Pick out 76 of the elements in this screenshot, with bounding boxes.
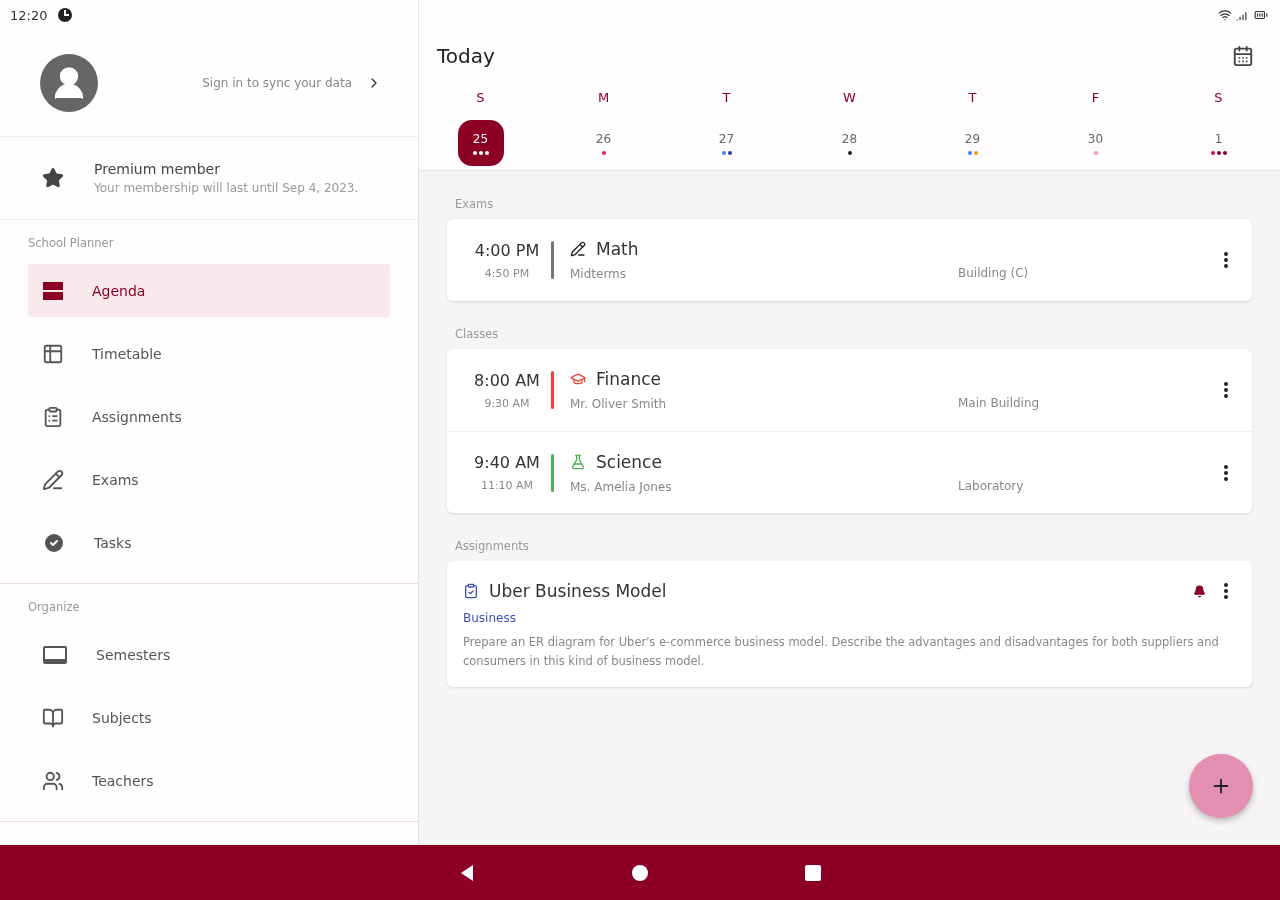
- weekday-label: W: [843, 90, 856, 107]
- clipboard-icon: [42, 405, 64, 428]
- end-time: 11:10 AM: [480, 479, 534, 492]
- nav-item[interactable]: Agenda: [28, 264, 390, 317]
- date-button[interactable]: 1: [1195, 120, 1242, 166]
- timetable-icon: [42, 342, 64, 365]
- nav-item[interactable]: Teachers: [28, 754, 390, 807]
- clock: 12:20: [10, 7, 48, 23]
- end-time: 4:50 PM: [484, 266, 530, 280]
- section-title: Exams: [454, 196, 495, 213]
- date-button[interactable]: 27: [703, 120, 750, 166]
- book-icon: [42, 706, 64, 729]
- wifi-icon: [1218, 8, 1232, 22]
- pencil-icon: [570, 241, 586, 257]
- nav-item[interactable]: Semesters: [28, 628, 390, 681]
- event-title: Finance: [596, 369, 662, 389]
- more-icon: [1224, 464, 1228, 481]
- event-subtitle: Mr. Oliver Smith: [570, 397, 668, 411]
- event-location: Building (C): [958, 266, 1029, 280]
- home-icon: [631, 863, 649, 882]
- page-title: Today: [437, 44, 495, 68]
- event-title: Science: [596, 451, 662, 472]
- premium-title: Premium member: [94, 161, 221, 177]
- section-title: Organize: [27, 599, 81, 616]
- section-title: Classes: [454, 326, 500, 343]
- premium-subtitle: Your membership will last until Sep 4, 2023.: [94, 181, 359, 195]
- nav-item[interactable]: Timetable: [28, 327, 390, 380]
- pencil-icon: [42, 468, 64, 491]
- nav-item[interactable]: Tasks: [28, 516, 390, 569]
- calendar-button[interactable]: [1232, 45, 1254, 67]
- semester-icon: [42, 644, 68, 665]
- more-icon: [1224, 583, 1228, 599]
- start-time: 8:00 AM: [474, 370, 540, 390]
- weekday-label: S: [476, 90, 485, 107]
- agenda-icon: [42, 280, 64, 301]
- avatar-icon[interactable]: [40, 54, 98, 112]
- status-icon: [57, 7, 74, 23]
- assignment-description: Prepare an ER diagram for Uber's e-commerce business model. Describe the advantages and disadvantages for both suppliers and consumers in this kind of business model.: [463, 634, 1220, 670]
- recents-button[interactable]: [804, 863, 822, 882]
- date-button[interactable]: 28: [826, 120, 873, 166]
- more-icon: [1224, 252, 1228, 268]
- subject-label: Business: [463, 611, 516, 625]
- sign-in-link[interactable]: Sign in to sync your data: [202, 75, 382, 91]
- people-icon: [42, 769, 64, 792]
- recents-icon: [804, 863, 822, 882]
- calendar-icon: [1232, 45, 1254, 67]
- graduation-cap-icon: [570, 371, 586, 387]
- weekday-label: T: [722, 90, 731, 107]
- weekday-label: S: [1214, 90, 1223, 107]
- event-subtitle: Ms. Amelia Jones: [570, 479, 673, 494]
- home-button[interactable]: [631, 863, 649, 882]
- event-subtitle: Midterms: [570, 267, 628, 281]
- event-location: Main Building: [958, 396, 1040, 410]
- start-time: 9:40 AM: [474, 453, 540, 472]
- start-time: 4:00 PM: [474, 240, 540, 260]
- date-button[interactable]: 29: [949, 120, 996, 166]
- more-icon: [1224, 382, 1228, 398]
- section-title: School Planner: [27, 235, 115, 252]
- nav-item[interactable]: Assignments: [28, 390, 390, 443]
- weekday-label: T: [968, 90, 977, 107]
- event-title: Math: [596, 239, 639, 259]
- clipboard-icon: [463, 583, 479, 599]
- end-time: 9:30 AM: [484, 396, 530, 410]
- section-title: Assignments: [454, 538, 530, 555]
- assignment-title: Uber Business Model: [489, 581, 667, 601]
- star-icon: [42, 167, 64, 189]
- date-button[interactable]: 25: [457, 120, 504, 166]
- nav-item[interactable]: Subjects: [28, 691, 390, 744]
- flask-icon: [570, 453, 586, 470]
- date-button[interactable]: 26: [580, 120, 627, 166]
- weekday-label: F: [1091, 90, 1100, 107]
- event-location: Laboratory: [958, 478, 1024, 493]
- battery-icon: [1254, 8, 1268, 22]
- nav-item[interactable]: Exams: [28, 453, 390, 506]
- date-button[interactable]: 30: [1072, 120, 1119, 166]
- weekday-label: M: [597, 90, 610, 107]
